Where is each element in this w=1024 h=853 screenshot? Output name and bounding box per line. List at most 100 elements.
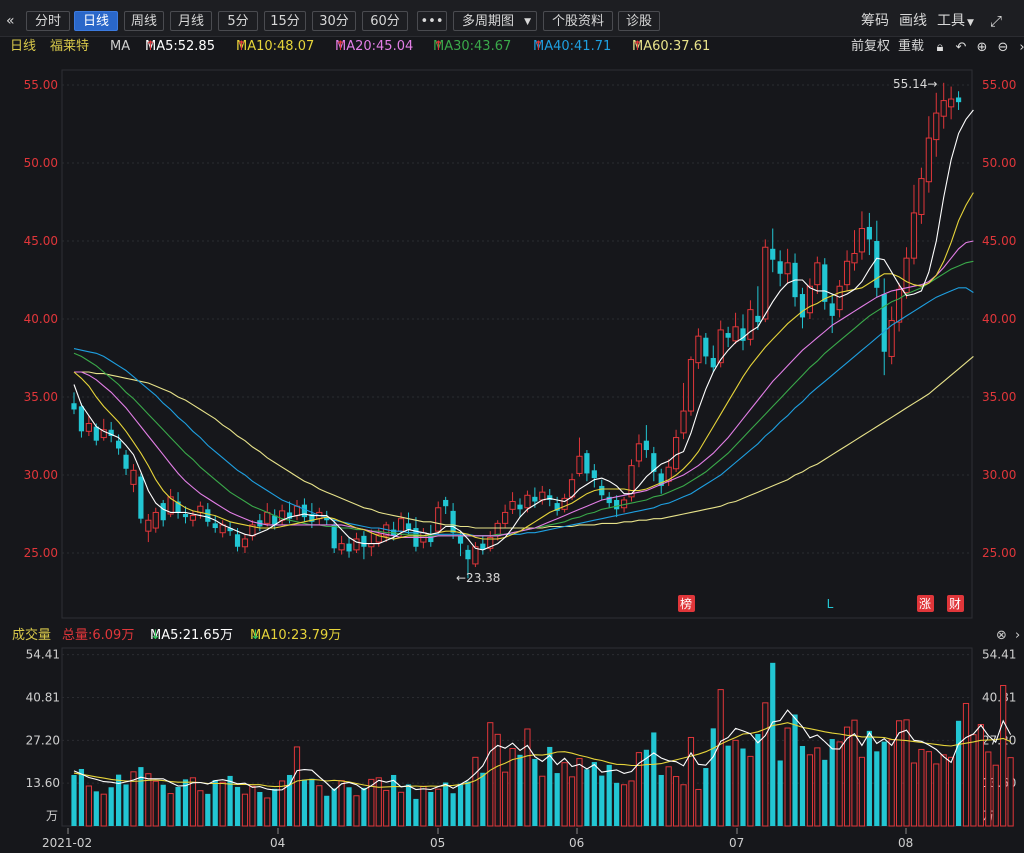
tab-7[interactable]: 60分 bbox=[362, 11, 408, 31]
back-icon[interactable]: « bbox=[6, 11, 20, 31]
diagnose-button[interactable]: 诊股 bbox=[618, 11, 660, 31]
zoom-out-icon[interactable]: ⊖ bbox=[996, 41, 1010, 55]
candle-up bbox=[487, 536, 494, 549]
marker-badge bbox=[678, 595, 695, 612]
volume-bar-down bbox=[93, 791, 99, 826]
candle-down bbox=[331, 524, 337, 549]
candle-down bbox=[740, 328, 746, 341]
candle-down bbox=[234, 534, 241, 547]
volume-bar-up bbox=[561, 762, 568, 827]
candle-up bbox=[687, 359, 695, 412]
volume-bar-up bbox=[524, 728, 531, 827]
candle-up bbox=[368, 543, 375, 548]
volume-bar-down bbox=[517, 754, 523, 826]
volume-bar-up bbox=[383, 789, 390, 827]
volume-bar-up bbox=[836, 741, 843, 827]
zoom-in-icon[interactable]: ⊕ bbox=[975, 41, 989, 55]
volume-bar-down bbox=[822, 759, 828, 826]
volume-bar-down bbox=[413, 798, 419, 826]
close-panel-icon[interactable]: ⊗ bbox=[996, 626, 1007, 646]
candle-down bbox=[658, 473, 664, 486]
tab-5[interactable]: 15分 bbox=[264, 11, 306, 31]
tools-button[interactable]: 工具 ▼ bbox=[937, 11, 974, 31]
next-icon[interactable]: › bbox=[1015, 41, 1024, 55]
volume-bar-down bbox=[740, 748, 746, 826]
tab-3[interactable]: 月线 bbox=[170, 11, 212, 31]
lock-icon[interactable]: 🔒︎ bbox=[933, 41, 947, 55]
volume-bar-up bbox=[814, 747, 821, 827]
candle-up bbox=[197, 505, 204, 513]
candle-up bbox=[717, 329, 724, 364]
reset-button[interactable]: 重载 bbox=[898, 36, 924, 58]
volume-bar-up bbox=[910, 762, 918, 827]
candle-up bbox=[420, 532, 427, 543]
candle-up bbox=[665, 466, 672, 482]
volume-bar-down bbox=[286, 774, 293, 826]
volume-bar-up bbox=[888, 739, 895, 827]
volume-bar-up bbox=[219, 781, 226, 827]
candle-up bbox=[635, 443, 643, 462]
volume-bar-down bbox=[792, 714, 798, 826]
candle-up bbox=[264, 511, 271, 524]
tab-4[interactable]: 5分 bbox=[218, 11, 258, 31]
volume-tick-right: 54.41 bbox=[982, 648, 1016, 662]
high-annotation: 55.14→ bbox=[893, 77, 937, 91]
draw-line-button[interactable]: 画线 bbox=[899, 11, 927, 31]
down-arrow-icon: ↓ bbox=[150, 628, 161, 643]
tab-0[interactable]: 分时 bbox=[26, 11, 70, 31]
candle-up bbox=[338, 543, 345, 551]
volume-bar-down bbox=[108, 787, 114, 826]
tab-2[interactable]: 周线 bbox=[124, 11, 164, 31]
volume-total: 总量:6.09万 bbox=[62, 628, 135, 643]
volume-bar-down bbox=[799, 745, 806, 826]
volume-bar-down bbox=[725, 745, 731, 826]
price-tick-right: 50.00 bbox=[982, 156, 1016, 170]
stock-chart[interactable]: 55.00 55.00 50.00 50.00 45.00 45.00 40.00 40.00… bbox=[0, 0, 1024, 853]
volume-bar-up bbox=[502, 771, 509, 827]
expand-icon[interactable]: ⤢ bbox=[990, 11, 1010, 31]
price-tick-right: 25.00 bbox=[982, 546, 1016, 560]
candle-up bbox=[858, 228, 866, 253]
volume-bar-up bbox=[375, 777, 382, 827]
price-tick-left: 25.00 bbox=[24, 546, 58, 560]
volume-bar-down bbox=[428, 791, 434, 826]
candle-down bbox=[78, 406, 85, 432]
candle-up bbox=[628, 465, 635, 498]
volume-bar-down bbox=[123, 784, 129, 826]
volume-bar-down bbox=[480, 772, 486, 826]
tab-1[interactable]: 日线 bbox=[74, 11, 118, 31]
volume-bar-up bbox=[338, 780, 345, 827]
volume-bar-up bbox=[293, 746, 301, 827]
volume-bar-up bbox=[1000, 685, 1007, 827]
adjust-button[interactable]: 前复权 bbox=[851, 36, 890, 58]
ma10-text: MA10:48.07 bbox=[236, 39, 315, 54]
candle-up bbox=[673, 437, 680, 470]
chips-button[interactable]: 筹码 bbox=[861, 11, 889, 31]
candle-down bbox=[874, 241, 880, 288]
next-icon[interactable]: › bbox=[1015, 626, 1020, 646]
marker-badge bbox=[917, 595, 934, 612]
multi-period-button[interactable]: 多周期图 ▼ bbox=[453, 11, 537, 31]
candle-up bbox=[167, 496, 174, 515]
more-button[interactable]: ••• bbox=[417, 11, 447, 31]
candle-up bbox=[762, 246, 769, 320]
candle-up bbox=[241, 538, 249, 548]
volume-bar-up bbox=[948, 756, 955, 827]
candle-down bbox=[643, 440, 649, 451]
volume-bar-up bbox=[472, 756, 479, 827]
volume-bar-up bbox=[152, 780, 159, 827]
undo-icon[interactable]: ↶ bbox=[954, 41, 968, 55]
candle-down bbox=[532, 496, 538, 502]
tab-6[interactable]: 30分 bbox=[312, 11, 356, 31]
candle-down bbox=[286, 512, 293, 519]
stock-info-button[interactable]: 个股资料 bbox=[543, 11, 613, 31]
volume-bar-up bbox=[576, 758, 583, 827]
volume-bar-up bbox=[568, 776, 576, 827]
ma-label[interactable]: MA bbox=[110, 36, 130, 58]
volume-bar-up bbox=[896, 720, 903, 827]
candle-down bbox=[272, 515, 278, 525]
volume-bar-down bbox=[614, 782, 620, 826]
candle-down bbox=[405, 523, 412, 530]
volume-bar-down bbox=[405, 784, 412, 826]
candle-down bbox=[301, 504, 308, 518]
